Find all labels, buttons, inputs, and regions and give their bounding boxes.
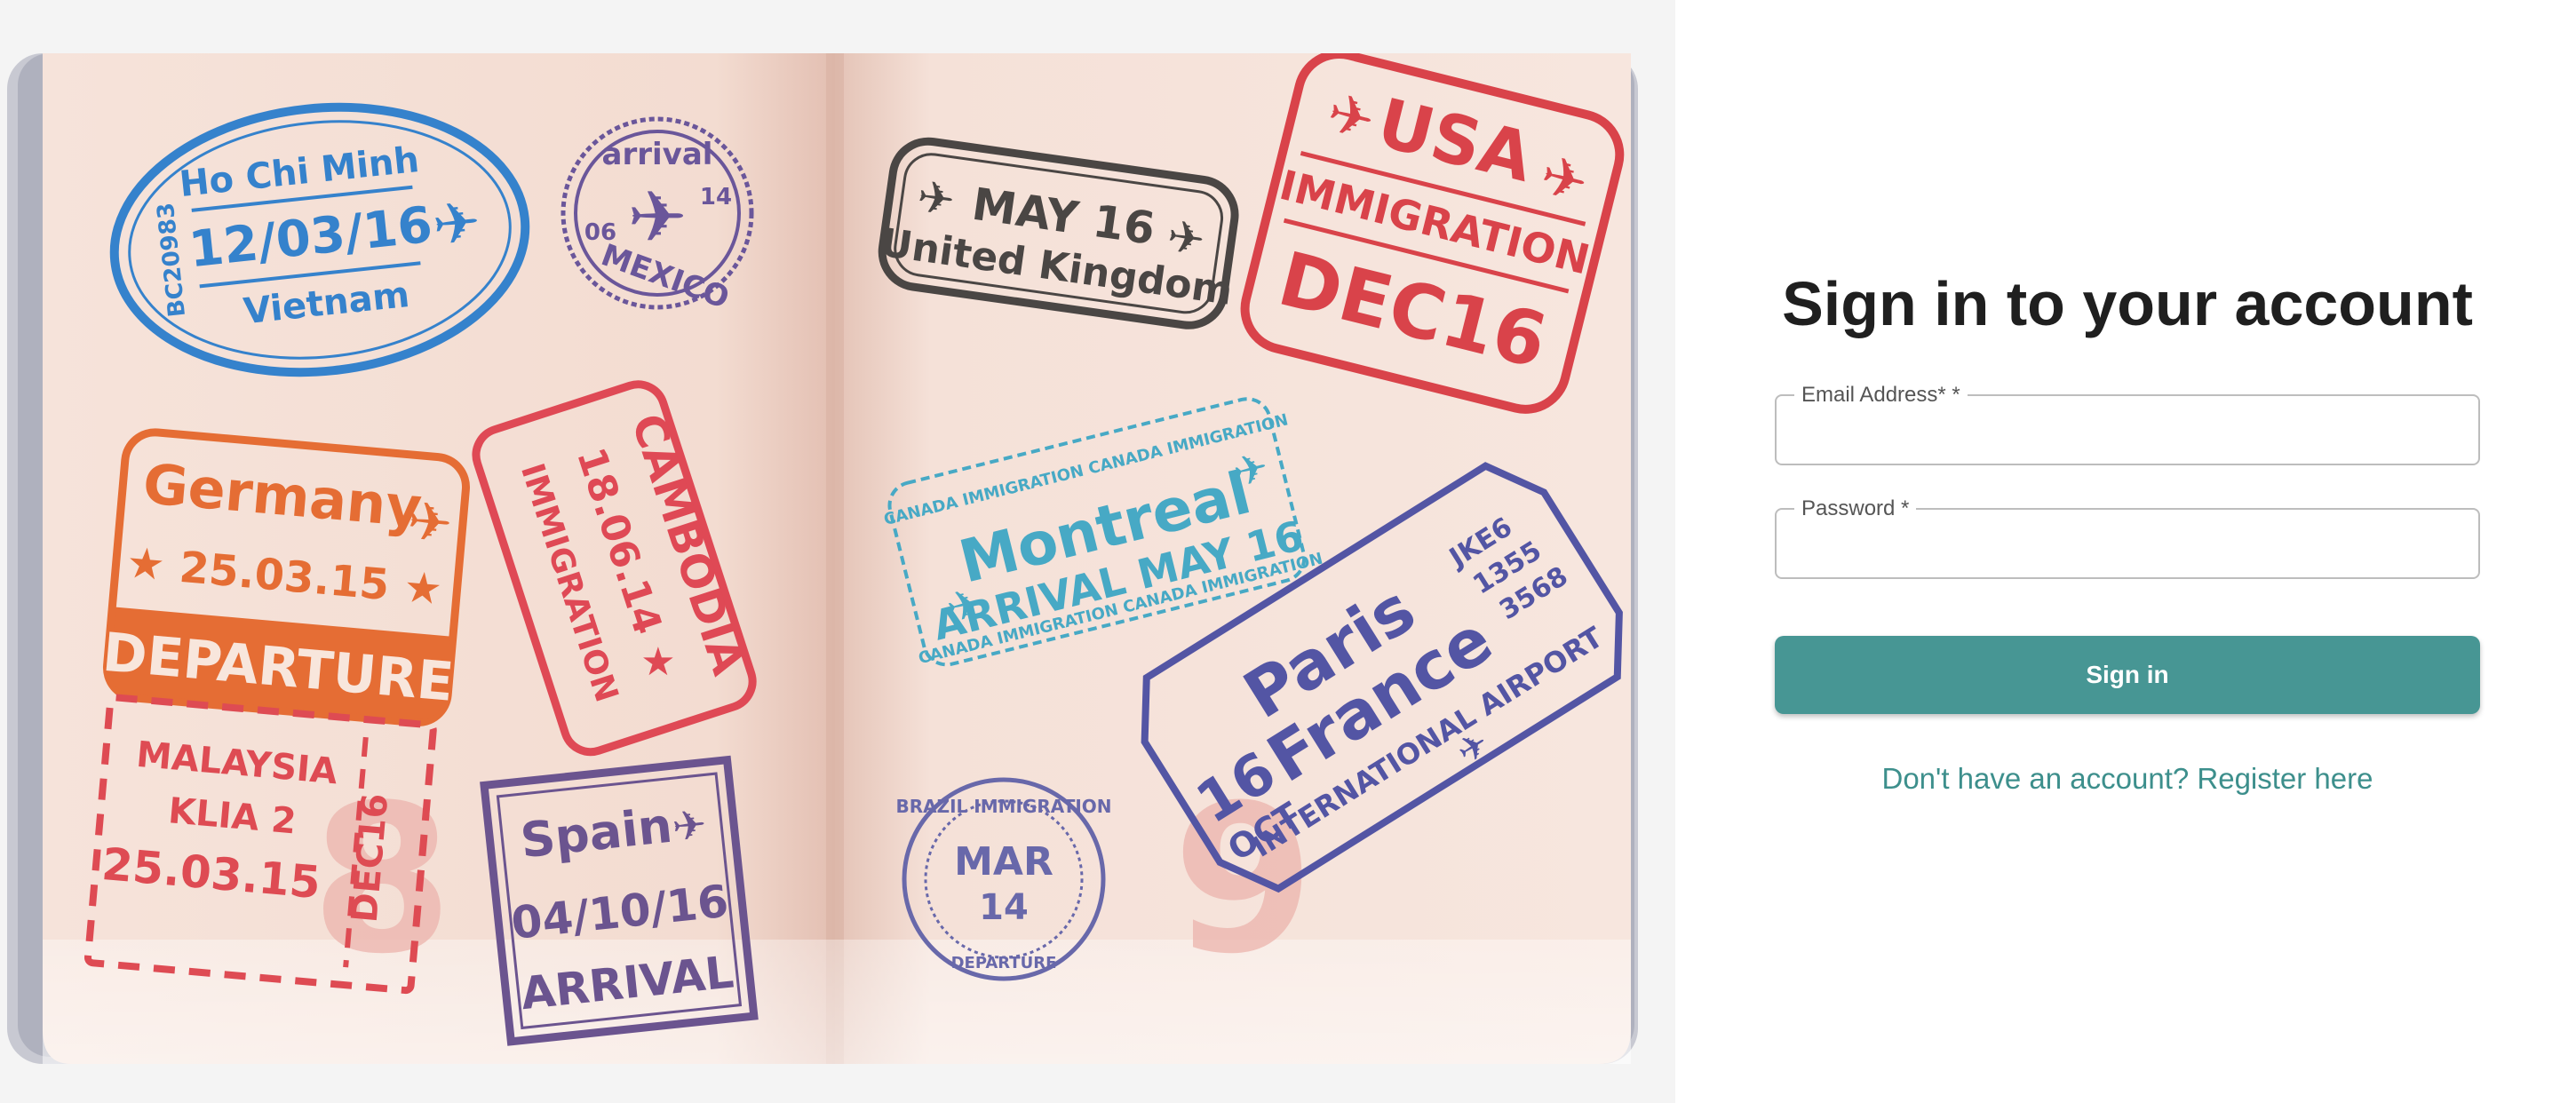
svg-text:✈: ✈ [430, 189, 484, 258]
svg-text:✈: ✈ [405, 491, 455, 554]
sign-in-form: Sign in to your account Email Address* *… [1775, 266, 2480, 796]
password-field: Password * [1775, 496, 2480, 579]
svg-text:DEPARTURE: DEPARTURE [951, 954, 1057, 972]
email-field: Email Address* * [1775, 382, 2480, 465]
email-input[interactable] [1777, 396, 2478, 464]
page-title: Sign in to your account [1782, 269, 2473, 338]
svg-text:✈: ✈ [670, 801, 709, 851]
svg-text:arrival: arrival [602, 137, 713, 172]
svg-text:✈: ✈ [627, 178, 687, 257]
svg-text:✈: ✈ [1165, 211, 1208, 266]
register-link[interactable]: Don't have an account? Register here [1775, 762, 2480, 796]
password-input[interactable] [1777, 510, 2478, 577]
sign-in-page: 8 9 Ho Chi Minh 12/03/16 Vietnam BC20983… [0, 0, 2576, 1103]
sign-in-button[interactable]: Sign in [1775, 636, 2480, 714]
svg-text:BRAZIL IMMIGRATION: BRAZIL IMMIGRATION [895, 796, 1111, 817]
hero-image-panel: 8 9 Ho Chi Minh 12/03/16 Vietnam BC20983… [0, 0, 1675, 1103]
sign-in-panel: Sign in to your account Email Address* *… [1675, 0, 2576, 1103]
svg-text:14: 14 [700, 184, 732, 210]
svg-text:14: 14 [979, 887, 1029, 928]
passport-image: 8 9 Ho Chi Minh 12/03/16 Vietnam BC20983… [0, 53, 1675, 1064]
svg-text:MAR: MAR [954, 839, 1053, 885]
svg-text:✈: ✈ [914, 171, 958, 226]
